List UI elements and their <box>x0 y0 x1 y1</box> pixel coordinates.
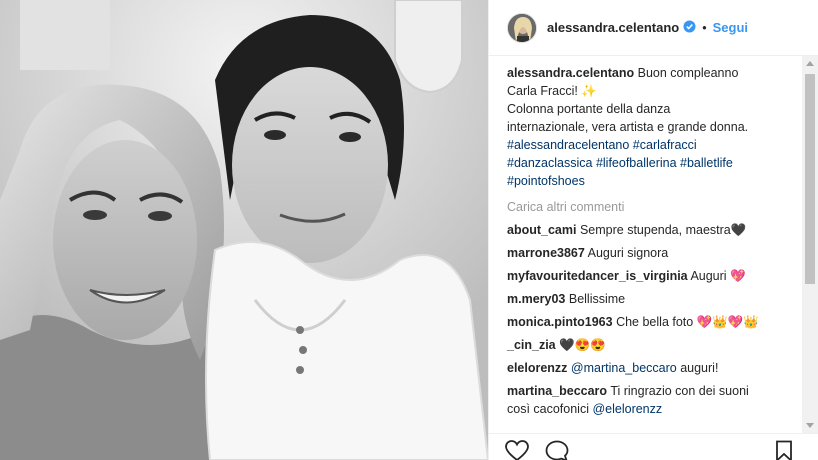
comment-username[interactable]: marrone3867 <box>507 246 585 260</box>
comment-item: marrone3867 Auguri signora <box>507 244 793 262</box>
comment-text: auguri! <box>676 361 719 375</box>
comment-item: _cin_zia 🖤😍😍 <box>507 336 793 354</box>
comments-scrollbar[interactable] <box>802 56 818 433</box>
caption-line-1: Buon compleanno <box>637 66 739 80</box>
comment-item: elelorenzz @martina_beccaro auguri! <box>507 359 793 377</box>
comment-text: Che bella foto 💖👑💖👑 <box>616 315 759 329</box>
photo-image <box>0 0 488 460</box>
scroll-up-arrow-icon[interactable] <box>806 61 814 66</box>
comment-username[interactable]: about_cami <box>507 223 576 237</box>
caption-hashtags-3[interactable]: #pointofshoes <box>507 172 793 190</box>
post-header: alessandra.celentano • Segui <box>489 0 818 56</box>
post-side-panel: alessandra.celentano • Segui alessandra.… <box>488 0 818 460</box>
post-photo[interactable] <box>0 0 488 460</box>
caption-hashtags-2[interactable]: #danzaclassica #lifeofballerina #balletl… <box>507 154 793 172</box>
caption-line-4: internazionale, vera artista e grande do… <box>507 120 749 134</box>
comment-text-continued: così cacofonici <box>507 402 593 416</box>
caption-line-3: Colonna portante della danza <box>507 102 671 116</box>
header-separator: • <box>702 20 707 35</box>
comment-text: Bellissime <box>568 292 626 306</box>
comment-text: Auguri signora <box>587 246 669 260</box>
scrollbar-thumb[interactable] <box>805 74 815 284</box>
heart-icon[interactable] <box>505 440 529 460</box>
comment-username[interactable]: myfavouritedancer_is_virginia <box>507 269 688 283</box>
comment-item: myfavouritedancer_is_virginia Auguri 💖 <box>507 267 793 285</box>
post-actions-bar <box>489 433 818 460</box>
bookmark-icon[interactable] <box>775 440 793 460</box>
comment-item: martina_beccaro Ti ringrazio con dei suo… <box>507 382 793 418</box>
comment-item: m.mery03 Bellissime <box>507 290 793 308</box>
caption-hashtags-1[interactable]: #alessandracelentano #carlafracci <box>507 136 793 154</box>
comment-username[interactable]: martina_beccaro <box>507 384 607 398</box>
verified-badge-icon <box>683 20 696 36</box>
scroll-down-arrow-icon[interactable] <box>806 423 814 428</box>
comment-mention[interactable]: @martina_beccaro <box>571 361 677 375</box>
follow-button[interactable]: Segui <box>713 20 748 35</box>
comment-username[interactable]: m.mery03 <box>507 292 565 306</box>
avatar[interactable] <box>507 12 537 43</box>
comment-text: Auguri 💖 <box>690 269 746 283</box>
post-caption: alessandra.celentano Buon compleanno Car… <box>507 64 793 190</box>
comment-bubble-icon[interactable] <box>545 440 569 460</box>
comment-username[interactable]: _cin_zia <box>507 338 556 352</box>
load-more-comments-link[interactable]: Carica altri commenti <box>507 198 793 216</box>
caption-line-2: Carla Fracci! ✨ <box>507 84 597 98</box>
caption-username[interactable]: alessandra.celentano <box>507 66 634 80</box>
comment-item: about_cami Sempre stupenda, maestra🖤 <box>507 221 793 239</box>
comment-text: Ti ringrazio con dei suoni <box>610 384 749 398</box>
comment-mention[interactable]: @elelorenzz <box>592 402 662 416</box>
comment-username[interactable]: elelorenzz <box>507 361 567 375</box>
comment-text: Sempre stupenda, maestra🖤 <box>579 223 747 237</box>
comments-list[interactable]: alessandra.celentano Buon compleanno Car… <box>489 56 803 433</box>
comment-text: 🖤😍😍 <box>559 338 606 352</box>
comment-item: monica.pinto1963 Che bella foto 💖👑💖👑 <box>507 313 793 331</box>
header-username[interactable]: alessandra.celentano <box>547 20 679 35</box>
comment-username[interactable]: monica.pinto1963 <box>507 315 613 329</box>
